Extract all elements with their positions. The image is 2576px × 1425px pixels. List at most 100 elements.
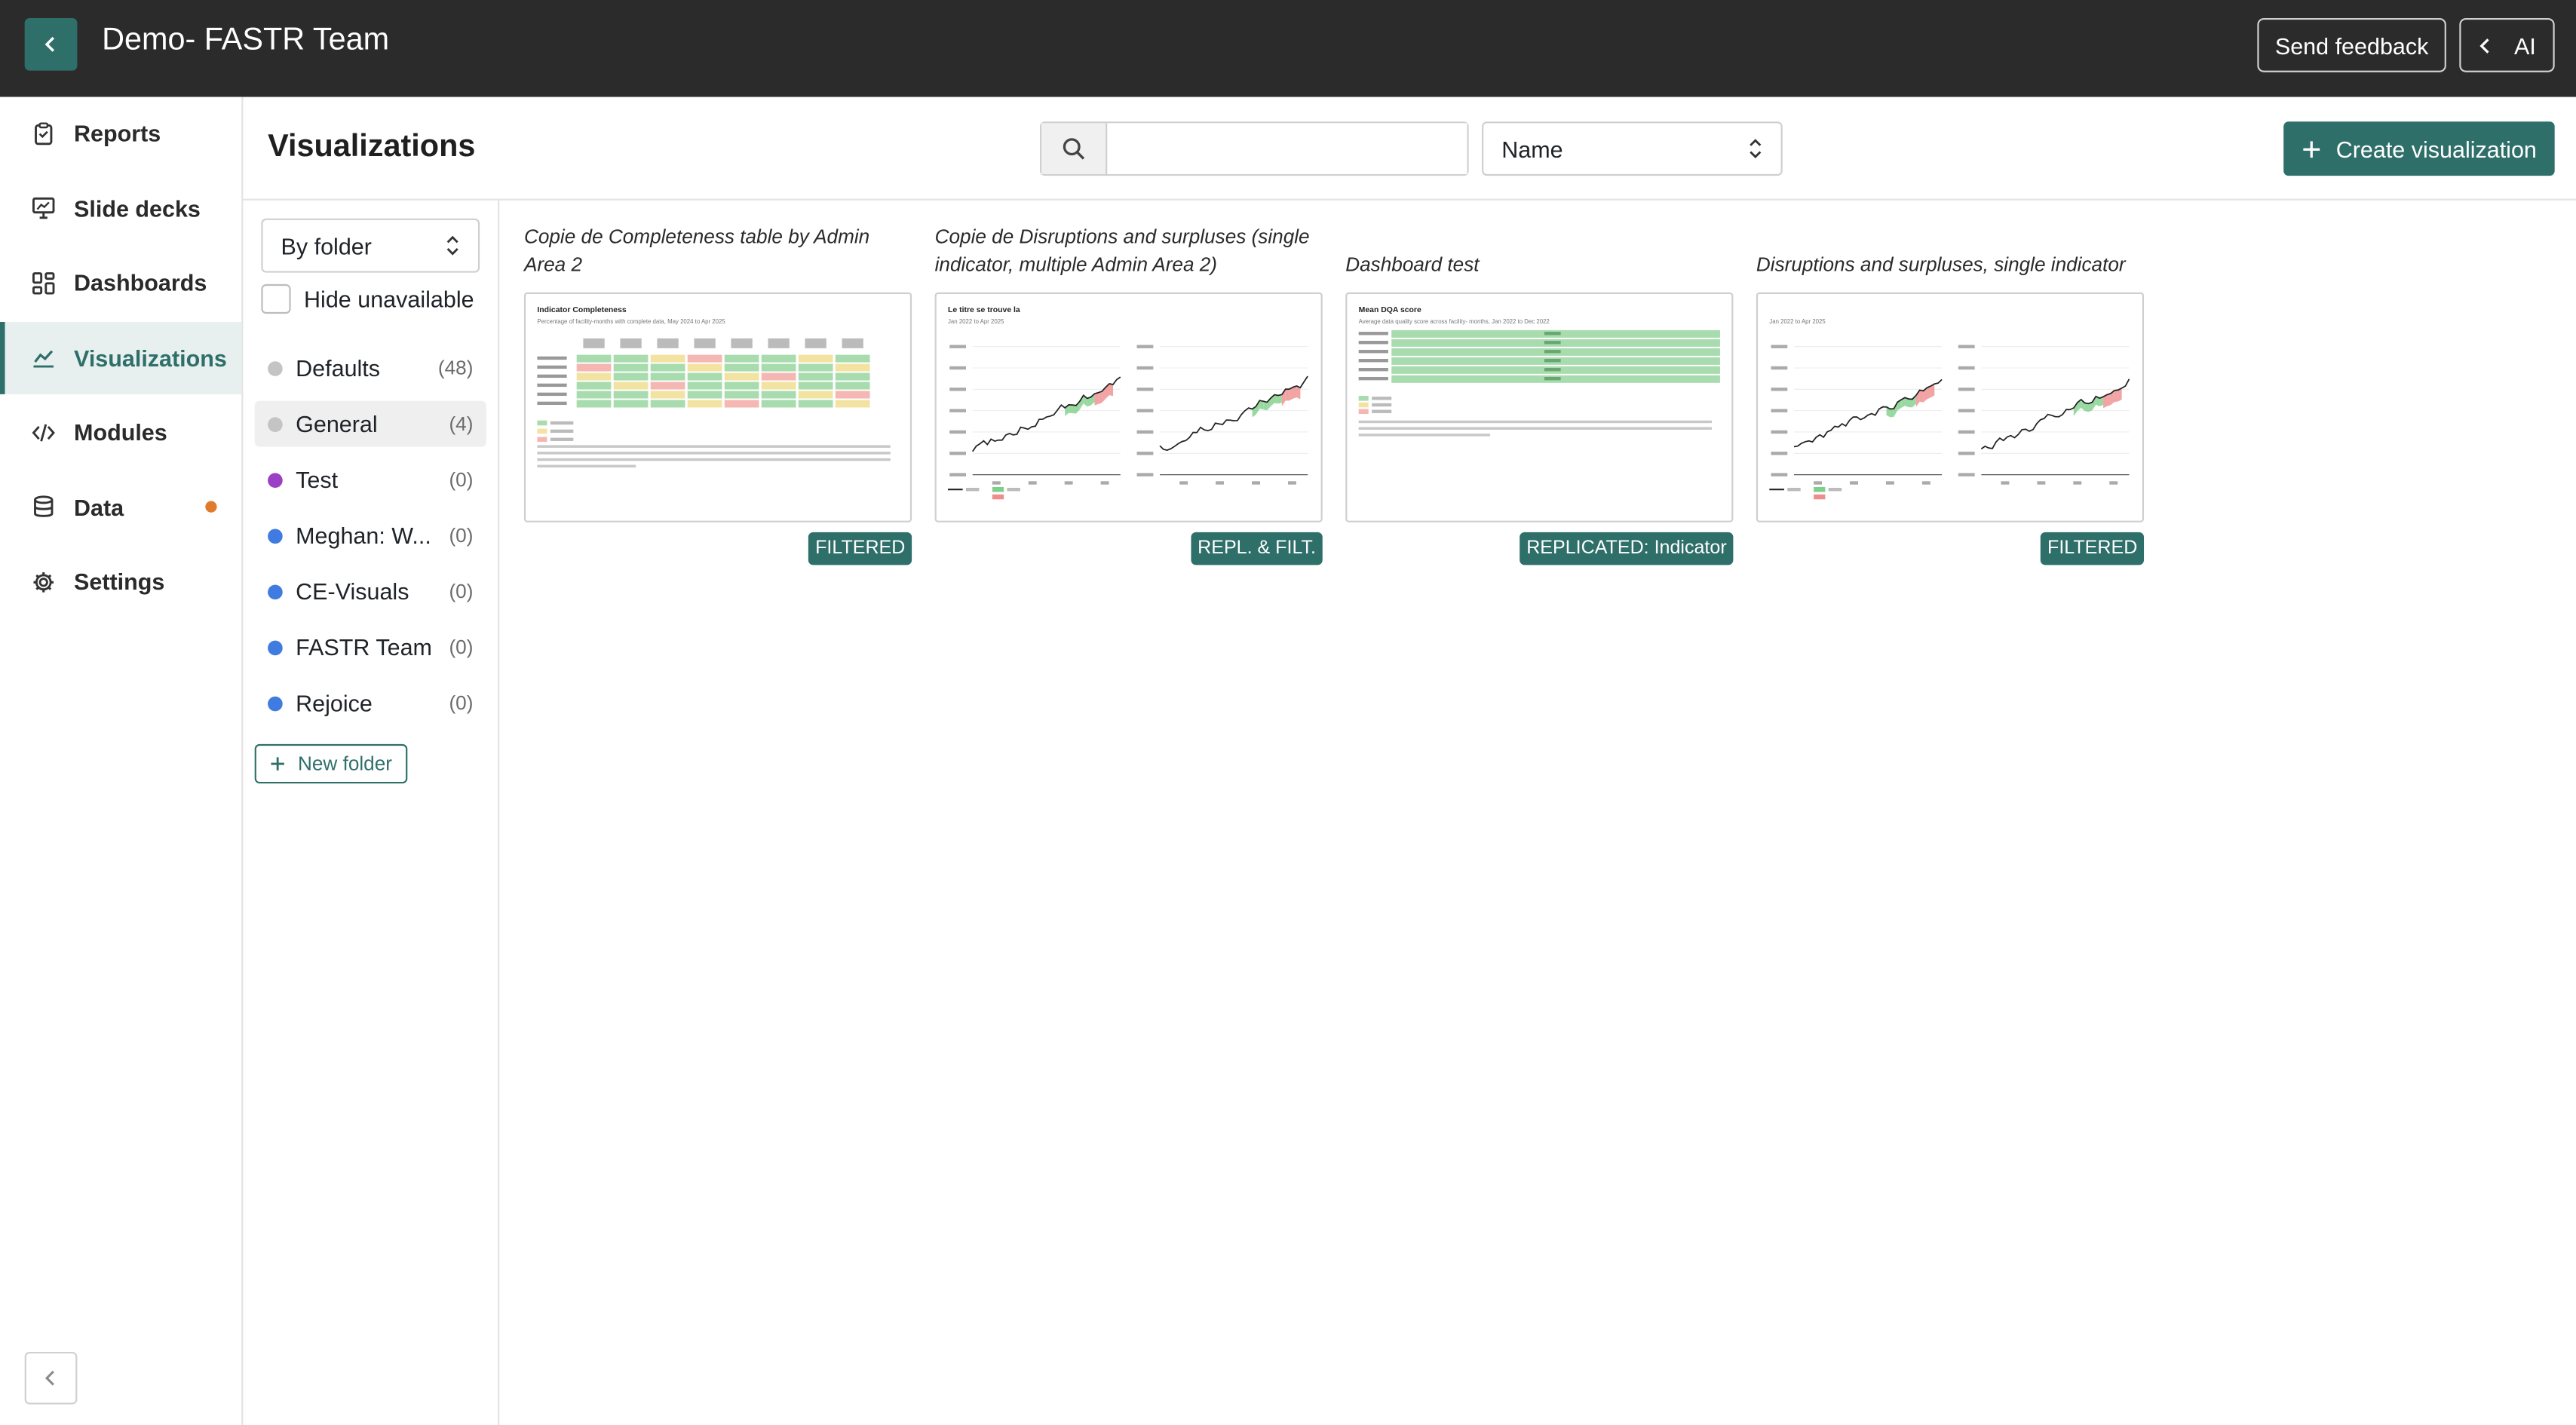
card-title: Disruptions and surpluses, single indica…: [1756, 223, 2144, 277]
visualization-card[interactable]: Dashboard test Mean DQA score Average data…: [1345, 223, 1734, 565]
folder-count: (0): [449, 691, 474, 715]
thumb-subtitle: Percentage of facility-months with compl…: [537, 318, 725, 325]
thumbnail-preview: Le titre se trouve la Jan 2022 to Apr 202…: [948, 306, 1308, 500]
folder-name: Test: [296, 466, 339, 493]
page-title: Visualizations: [268, 130, 476, 164]
sidebar-item-label: Slide decks: [74, 195, 201, 222]
chart-line-icon: [33, 350, 54, 368]
group-by-select[interactable]: By folder: [261, 218, 480, 273]
sidebar-item-modules[interactable]: Modules: [0, 396, 241, 468]
folder-name: General: [296, 410, 378, 437]
folder-color-dot: [268, 528, 283, 544]
hide-unavailable-checkbox[interactable]: [261, 283, 291, 314]
status-badge: REPL. & FILT.: [1191, 532, 1323, 565]
visualization-card[interactable]: Copie de Disruptions and surpluses (sing…: [934, 223, 1323, 565]
status-badge: REPLICATED: Indicator: [1520, 532, 1734, 565]
plus-icon: [2303, 140, 2320, 158]
create-visualization-button[interactable]: Create visualization: [2283, 121, 2555, 176]
thumb-subtitle: Jan 2022 to Apr 2025: [948, 318, 1004, 325]
sidebar-item-label: Data: [74, 493, 124, 520]
create-visualization-label: Create visualization: [2335, 135, 2537, 162]
card-thumbnail[interactable]: Mean DQA score Average data quality score…: [1345, 292, 1734, 522]
folder-name: CE-Visuals: [296, 578, 409, 605]
folder-item[interactable]: Defaults (48): [255, 345, 486, 391]
plus-icon: [271, 757, 285, 771]
status-badge: FILTERED: [2041, 532, 2145, 565]
thumb-line-panel: [1136, 345, 1308, 485]
page-header: Visualizations Name Create visualization: [243, 97, 2576, 201]
folder-item[interactable]: General (4): [254, 400, 486, 447]
sidebar-item-settings[interactable]: Settings: [0, 545, 241, 618]
sidebar-item-label: Settings: [74, 568, 165, 595]
folder-item[interactable]: Test (0): [255, 457, 486, 503]
sidebar-item-slide-decks[interactable]: Slide decks: [0, 172, 241, 244]
search-box: [1040, 121, 1469, 176]
app-title: Demo- FASTR Team: [102, 23, 390, 58]
folder-name: Meghan: W...: [296, 522, 431, 549]
database-icon: [34, 495, 54, 517]
thumb-title: Mean DQA score: [1359, 306, 1421, 314]
sidebar-item-dashboards[interactable]: Dashboards: [0, 247, 241, 319]
sidebar-item-visualizations[interactable]: Visualizations: [0, 320, 242, 394]
thumbnail-preview: Indicator Completeness Percentage of faci…: [537, 306, 891, 468]
search-input[interactable]: [1107, 123, 1467, 174]
folder-item[interactable]: FASTR Team (0): [255, 624, 486, 670]
thumb-line-panel: [1771, 345, 1943, 485]
card-title-text: Dashboard test: [1345, 252, 1480, 275]
folder-color-dot: [268, 416, 283, 431]
thumb-subtitle: Jan 2022 to Apr 2025: [1769, 318, 1826, 325]
sidebar-item-data[interactable]: Data: [0, 470, 241, 543]
card-title-text: Disruptions and surpluses, single indica…: [1756, 252, 2126, 275]
back-button[interactable]: [24, 17, 78, 71]
search-icon: [1063, 138, 1085, 160]
folder-name: Rejoice: [296, 689, 373, 716]
card-thumbnail[interactable]: Indicator Completeness Percentage of faci…: [523, 292, 912, 522]
folder-color-dot: [268, 360, 283, 375]
folder-count: (0): [449, 636, 474, 659]
thumb-table: [537, 338, 891, 468]
thumb-line-panel: [949, 345, 1121, 485]
folder-item[interactable]: Rejoice (0): [255, 680, 486, 726]
new-folder-button[interactable]: New folder: [254, 743, 408, 784]
gear-icon: [33, 571, 54, 592]
chevron-left-icon: [44, 1371, 54, 1386]
send-feedback-button[interactable]: Send feedback: [2257, 17, 2446, 72]
folder-color-dot: [268, 695, 283, 711]
thumb-title: Le titre se trouve la: [948, 306, 1020, 314]
card-thumbnail[interactable]: Le titre se trouve la Jan 2022 to Apr 202…: [934, 292, 1323, 522]
sidebar-item-label: Modules: [74, 418, 167, 446]
visualization-card[interactable]: Copie de Completeness table by Admin Are…: [523, 223, 912, 565]
chevron-left-icon: [2480, 38, 2490, 53]
folder-panel: By folder Hide unavailable Defaults (48) G…: [243, 200, 500, 1425]
sidebar-item-reports[interactable]: Reports: [0, 97, 241, 170]
card-thumbnail[interactable]: Jan 2022 to Apr 2025: [1756, 292, 2145, 522]
folder-color-dot: [268, 584, 283, 599]
sidebar-item-label: Reports: [74, 120, 161, 146]
folder-count: (0): [449, 467, 474, 492]
code-icon: [32, 423, 55, 441]
ai-panel-button[interactable]: AI: [2459, 17, 2555, 72]
thumb-subtitle: Average data quality score across facili…: [1359, 318, 1550, 325]
folder-name: Defaults: [296, 354, 381, 382]
sort-select[interactable]: Name: [1482, 121, 1783, 176]
hide-unavailable-row[interactable]: Hide unavailable: [261, 283, 474, 314]
folder-item[interactable]: CE-Visuals (0): [255, 568, 486, 614]
chevron-updown-icon: [446, 235, 458, 256]
hide-unavailable-label: Hide unavailable: [304, 286, 474, 312]
visualization-card[interactable]: Disruptions and surpluses, single indica…: [1756, 223, 2145, 565]
collapse-sidebar-button[interactable]: [24, 1351, 78, 1405]
thumb-title: Indicator Completeness: [537, 306, 627, 314]
group-by-value: By folder: [281, 232, 372, 259]
sort-selected-value: Name: [1501, 135, 1563, 162]
folder-item[interactable]: Meghan: W... (0): [255, 513, 486, 559]
folder-count: (48): [437, 356, 474, 380]
status-badge: FILTERED: [808, 532, 912, 565]
clipboard-icon: [35, 121, 53, 145]
thumb-legend: [1769, 486, 1842, 500]
card-title-text: Copie de Disruptions and surpluses (sing…: [934, 225, 1310, 275]
folder-count: (4): [449, 412, 474, 436]
new-folder-label: New folder: [298, 752, 392, 776]
search-button[interactable]: [1041, 123, 1108, 174]
sidebar-item-label: Visualizations: [74, 344, 227, 371]
data-status-indicator: [205, 501, 217, 513]
